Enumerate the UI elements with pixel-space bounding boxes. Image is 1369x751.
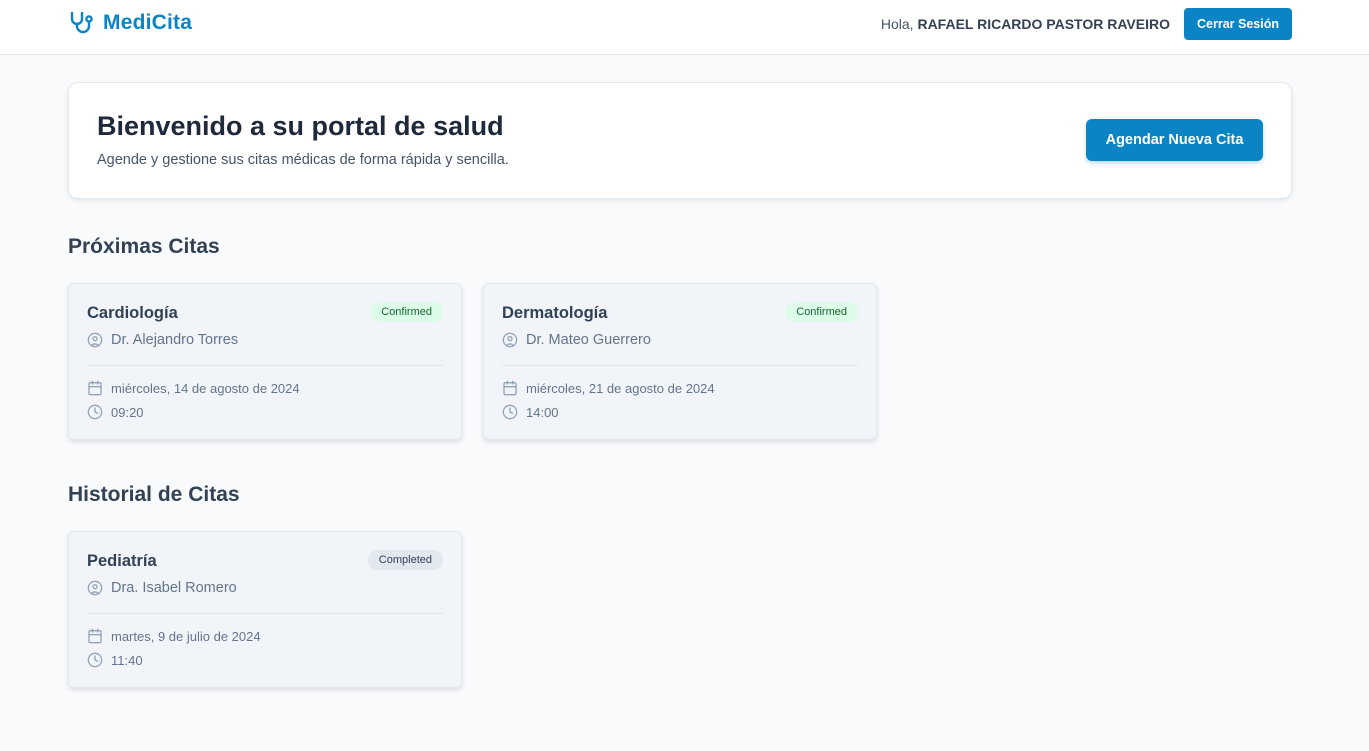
appointment-doctor-row: Dr. Alejandro Torres bbox=[87, 332, 238, 348]
stethoscope-icon bbox=[69, 11, 95, 35]
appointment-date-row: miércoles, 21 de agosto de 2024 bbox=[502, 380, 715, 396]
greeting-prefix: Hola, bbox=[880, 16, 914, 32]
appointment-specialty: Cardiología bbox=[87, 304, 178, 322]
card-divider bbox=[87, 365, 443, 366]
appointment-date: miércoles, 21 de agosto de 2024 bbox=[526, 380, 715, 396]
top-navbar: MediCita Hola, RAFAEL RICARDO PASTOR RAV… bbox=[0, 0, 1369, 55]
appointment-time: 11:40 bbox=[111, 652, 143, 668]
appointment-date: martes, 9 de julio de 2024 bbox=[111, 628, 261, 644]
clock-icon bbox=[87, 652, 103, 668]
appointment-time-row: 11:40 bbox=[87, 652, 143, 668]
card-divider bbox=[502, 365, 858, 366]
appointment-date: miércoles, 14 de agosto de 2024 bbox=[111, 380, 300, 396]
appointment-time: 09:20 bbox=[111, 404, 144, 420]
history-section-title: Historial de Citas bbox=[68, 483, 240, 506]
welcome-subtitle: Agende y gestione sus citas médicas de f… bbox=[97, 152, 509, 168]
welcome-title: Bienvenido a su portal de salud bbox=[97, 111, 504, 141]
calendar-icon bbox=[87, 628, 103, 644]
appointment-specialty: Dermatología bbox=[502, 304, 608, 322]
clock-icon bbox=[502, 404, 518, 420]
user-circle-icon bbox=[87, 332, 103, 348]
appointment-date-row: martes, 9 de julio de 2024 bbox=[87, 628, 261, 644]
new-appointment-button[interactable]: Agendar Nueva Cita bbox=[1086, 119, 1263, 161]
clock-icon bbox=[87, 404, 103, 420]
appointment-time-row: 14:00 bbox=[502, 404, 559, 420]
appointment-date-row: miércoles, 14 de agosto de 2024 bbox=[87, 380, 300, 396]
user-circle-icon bbox=[502, 332, 518, 348]
brand-name: MediCita bbox=[103, 11, 193, 34]
status-badge: Confirmed bbox=[370, 302, 443, 322]
user-greeting: Hola, RAFAEL RICARDO PASTOR RAVEIRO bbox=[881, 16, 1170, 32]
welcome-card: Bienvenido a su portal de salud Agende y… bbox=[68, 82, 1292, 199]
doctor-name: Dr. Mateo Guerrero bbox=[526, 332, 651, 348]
appointment-card[interactable]: Pediatría Completed Dra. Isabel Romero m… bbox=[68, 531, 462, 688]
appointment-specialty: Pediatría bbox=[87, 552, 157, 570]
appointment-time-row: 09:20 bbox=[87, 404, 144, 420]
user-circle-icon bbox=[87, 580, 103, 596]
doctor-name: Dr. Alejandro Torres bbox=[111, 332, 239, 348]
card-divider bbox=[87, 613, 443, 614]
doctor-name: Dra. Isabel Romero bbox=[111, 580, 237, 596]
logout-button[interactable]: Cerrar Sesión bbox=[1184, 8, 1292, 40]
appointment-time: 14:00 bbox=[526, 404, 559, 420]
status-badge: Confirmed bbox=[785, 302, 858, 322]
brand-logo-link[interactable]: MediCita bbox=[69, 9, 192, 37]
appointment-card[interactable]: Cardiología Confirmed Dr. Alejandro Torr… bbox=[68, 283, 462, 440]
appointment-doctor-row: Dr. Mateo Guerrero bbox=[502, 332, 651, 348]
calendar-icon bbox=[87, 380, 103, 396]
upcoming-section-title: Próximas Citas bbox=[68, 235, 220, 258]
calendar-icon bbox=[502, 380, 518, 396]
appointment-card[interactable]: Dermatología Confirmed Dr. Mateo Guerrer… bbox=[483, 283, 877, 440]
appointment-doctor-row: Dra. Isabel Romero bbox=[87, 580, 237, 596]
user-name: RAFAEL RICARDO PASTOR RAVEIRO bbox=[917, 16, 1170, 32]
status-badge: Completed bbox=[367, 550, 443, 570]
